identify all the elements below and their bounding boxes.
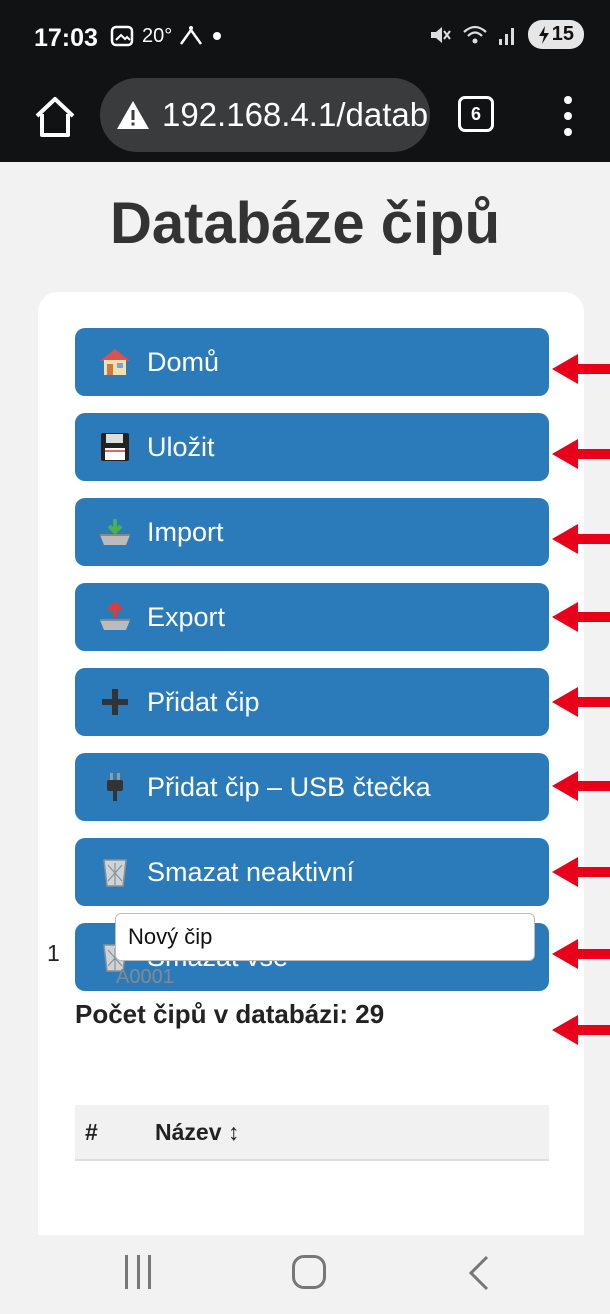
main-card: Domů Uložit Import Export Přidat čip Při… xyxy=(38,292,584,1252)
status-icons-right: 15 xyxy=(428,20,584,49)
home-button[interactable]: Domů xyxy=(75,328,549,396)
mute-icon xyxy=(430,26,451,43)
add-chip-button-label: Přidat čip xyxy=(147,686,260,717)
plus-icon xyxy=(97,687,133,717)
status-time: 17:03 xyxy=(34,24,98,52)
add-chip-usb-button-label: Přidat čip – USB čtečka xyxy=(147,771,431,802)
wastebasket-icon xyxy=(97,857,133,887)
annotation-arrow xyxy=(552,354,610,384)
dot-icon xyxy=(213,32,222,40)
url-text: 192.168.4.1/datab xyxy=(162,96,429,133)
warning-icon[interactable] xyxy=(116,100,150,130)
chip-name-input[interactable] xyxy=(115,913,535,961)
weather-icon xyxy=(180,26,203,45)
house-icon xyxy=(97,347,133,377)
annotation-arrow xyxy=(552,687,610,717)
export-button[interactable]: Export xyxy=(75,583,549,651)
delete-inactive-button[interactable]: Smazat neaktivní xyxy=(75,838,549,906)
gallery-icon xyxy=(110,25,134,47)
browser-toolbar: 192.168.4.1/datab 6 xyxy=(0,72,610,162)
column-header-number: # xyxy=(85,1119,98,1145)
battery-indicator: 15 xyxy=(527,20,584,49)
overflow-menu-icon[interactable] xyxy=(556,92,580,140)
chip-id: A0001 xyxy=(116,966,174,988)
add-chip-usb-button[interactable]: Přidat čip – USB čtečka xyxy=(75,753,549,821)
system-nav-bar xyxy=(0,1235,610,1314)
home-icon[interactable] xyxy=(32,94,78,140)
annotation-arrow xyxy=(552,1015,610,1045)
save-button-label: Uložit xyxy=(147,431,215,462)
tab-switcher-button[interactable]: 6 xyxy=(458,96,494,132)
table-header: # Název ↕ xyxy=(75,1105,549,1161)
charging-icon xyxy=(538,25,549,44)
back-icon[interactable] xyxy=(463,1253,493,1293)
nav-home-icon[interactable] xyxy=(292,1255,326,1289)
annotation-arrow xyxy=(552,771,610,801)
signal-icon xyxy=(498,27,514,45)
recent-apps-icon[interactable] xyxy=(125,1255,151,1289)
annotation-arrow xyxy=(552,524,610,554)
annotation-arrow xyxy=(552,602,610,632)
add-chip-button[interactable]: Přidat čip xyxy=(75,668,549,736)
row-number: 1 xyxy=(47,940,60,966)
floppy-disk-icon xyxy=(97,432,133,462)
page-title: Databáze čipů xyxy=(110,191,500,256)
column-header-name[interactable]: Název ↕ xyxy=(155,1119,239,1146)
home-button-label: Domů xyxy=(147,346,220,377)
annotation-arrow xyxy=(552,939,610,969)
annotation-arrow xyxy=(552,439,610,469)
annotation-arrow xyxy=(552,857,610,887)
chip-count: Počet čipů v databázi: 29 xyxy=(75,999,385,1029)
wifi-icon xyxy=(463,25,487,43)
address-bar[interactable]: 192.168.4.1/datab xyxy=(100,78,430,152)
import-button[interactable]: Import xyxy=(75,498,549,566)
delete-inactive-button-label: Smazat neaktivní xyxy=(147,856,355,887)
electric-plug-icon xyxy=(97,772,133,802)
status-bar: 17:03 20° 15 xyxy=(0,0,610,72)
battery-level: 15 xyxy=(551,23,574,45)
outbox-tray-icon xyxy=(97,602,133,632)
temperature-label: 20° xyxy=(142,24,173,47)
import-button-label: Import xyxy=(147,516,224,547)
status-icons-left: 20° xyxy=(110,24,224,48)
save-button[interactable]: Uložit xyxy=(75,413,549,481)
export-button-label: Export xyxy=(147,601,226,632)
inbox-tray-icon xyxy=(97,517,133,547)
